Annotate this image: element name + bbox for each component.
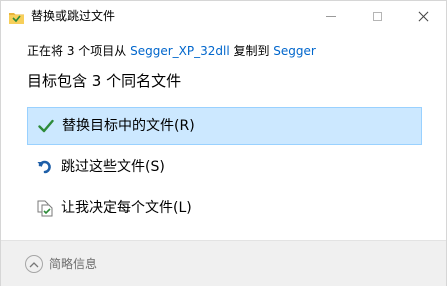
details-footer: 简略信息	[1, 240, 446, 286]
skip-arrow-icon	[35, 157, 55, 177]
decide-each-file-option[interactable]: 让我决定每个文件(L)	[27, 189, 422, 227]
skip-files-option[interactable]: 跳过这些文件(S)	[27, 148, 422, 186]
fewer-details-label[interactable]: 简略信息	[49, 256, 97, 272]
title-bar[interactable]: 替换或跳过文件	[1, 1, 446, 31]
minimize-button[interactable]	[308, 1, 354, 31]
chevron-up-icon	[29, 261, 39, 267]
info-middle: 复制到	[229, 44, 274, 58]
folder-copy-icon	[9, 9, 24, 24]
close-button[interactable]	[400, 1, 446, 31]
source-folder-link[interactable]: Segger_XP_32dll	[130, 44, 230, 58]
maximize-icon	[372, 11, 382, 21]
copy-info-line: 正在将 3 个项目从 Segger_XP_32dll 复制到 Segger	[27, 43, 316, 59]
maximize-button[interactable]	[354, 1, 400, 31]
skip-files-label: 跳过这些文件(S)	[61, 159, 165, 175]
expand-details-button[interactable]	[25, 255, 43, 273]
conflict-heading: 目标包含 3 个同名文件	[27, 72, 182, 90]
info-prefix: 正在将 3 个项目从	[27, 44, 131, 58]
decide-each-file-label: 让我决定每个文件(L)	[61, 200, 192, 216]
replace-or-skip-dialog: 替换或跳过文件 正在将 3 个项目从 Segger_XP_32dll 复制到 S…	[0, 0, 447, 286]
replace-files-option[interactable]: 替换目标中的文件(R)	[27, 107, 422, 145]
close-icon	[418, 11, 429, 22]
checkmark-icon	[36, 116, 56, 136]
window-title: 替换或跳过文件	[31, 9, 116, 23]
destination-folder-link[interactable]: Segger	[273, 44, 316, 58]
decide-files-icon	[35, 198, 55, 218]
replace-files-label: 替换目标中的文件(R)	[62, 118, 195, 134]
minimize-icon	[326, 15, 336, 17]
